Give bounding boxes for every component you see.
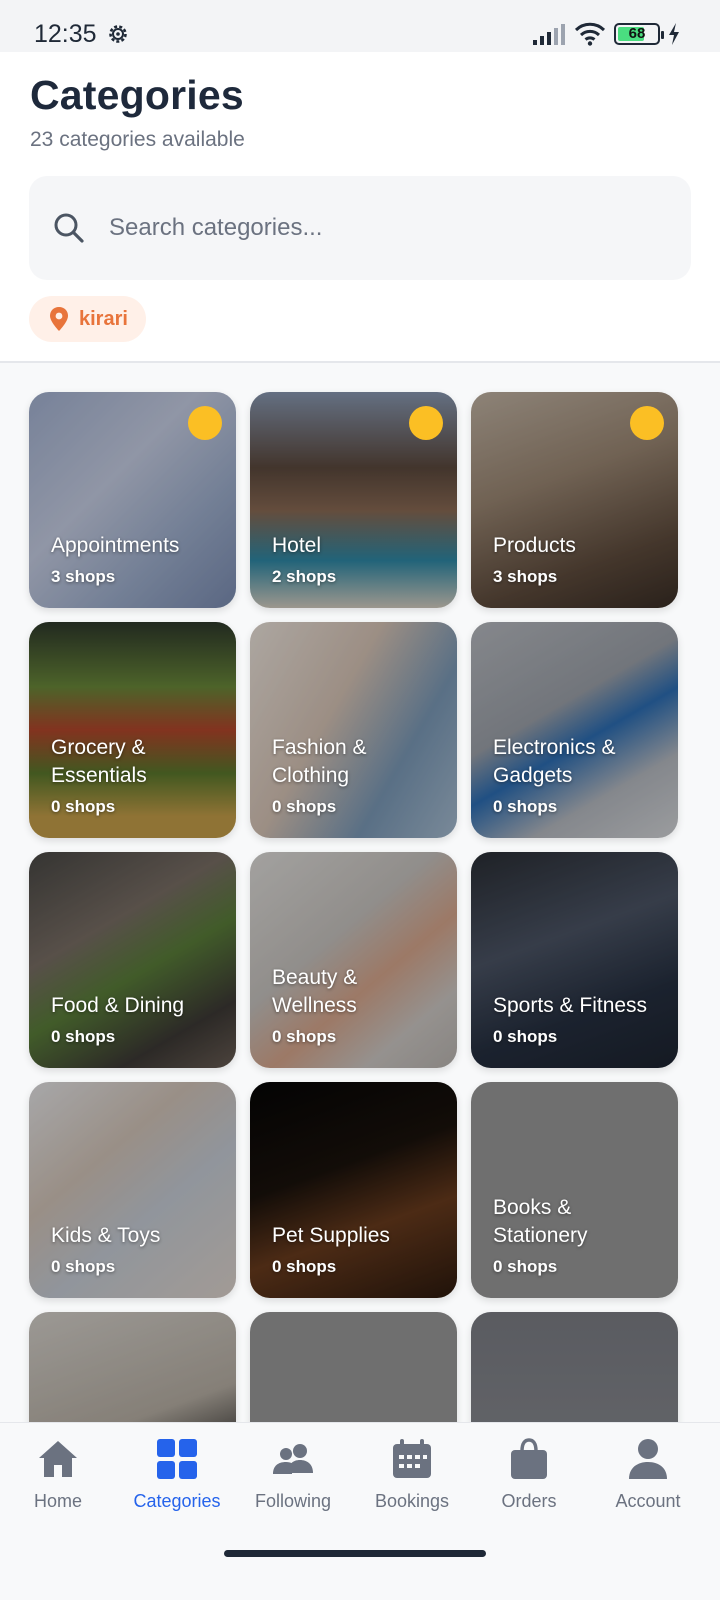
shop-count: 0 shops — [51, 1257, 116, 1276]
category-card-fashion[interactable]: Fashion & Clothing 0 shops — [250, 622, 457, 838]
shop-count: 0 shops — [272, 1027, 337, 1046]
battery-level: 68 — [628, 25, 646, 42]
category-card-partial[interactable] — [29, 1312, 236, 1422]
shop-count: 0 shops — [493, 1257, 558, 1276]
shop-count: 2 shops — [272, 567, 337, 586]
category-card-hotel[interactable]: Hotel 2 shops — [250, 392, 457, 608]
battery-icon: 68 — [614, 23, 664, 45]
nav-categories[interactable]: Categories — [117, 1437, 237, 1517]
wifi-icon — [574, 22, 606, 46]
charging-bolt-icon — [669, 23, 679, 45]
search-bar[interactable] — [29, 176, 691, 280]
nav-account-label: Account — [615, 1491, 681, 1511]
category-name: Kids & Toys — [51, 1224, 161, 1247]
nav-bookings[interactable]: Bookings — [352, 1437, 472, 1517]
settings-gear-icon — [109, 25, 127, 43]
status-indicators: 68 — [532, 20, 680, 48]
shop-count: 0 shops — [51, 797, 116, 816]
nav-home[interactable]: Home — [0, 1437, 118, 1517]
category-name: Beauty & Wellness — [272, 966, 358, 1017]
shop-count: 0 shops — [272, 797, 337, 816]
category-name: Sports & Fitness — [493, 994, 648, 1017]
category-card-partial[interactable] — [471, 1312, 678, 1422]
shop-count: 0 shops — [493, 797, 558, 816]
category-card-electronics[interactable]: Electronics & Gadgets 0 shops — [471, 622, 678, 838]
page-title: Categories — [30, 72, 244, 118]
category-grid: Appointments 3 shops Hotel 2 shops Produ… — [0, 363, 720, 1422]
category-card-kids[interactable]: Kids & Toys 0 shops — [29, 1082, 236, 1298]
nav-orders-label: Orders — [501, 1491, 557, 1511]
map-pin-icon — [50, 307, 68, 331]
category-card-books[interactable]: Books & Stationery 0 shops — [471, 1082, 678, 1298]
category-card-food[interactable]: Food & Dining 0 shops — [29, 852, 236, 1068]
nav-categories-label: Categories — [133, 1491, 221, 1511]
shop-count: 3 shops — [51, 567, 116, 586]
category-name: Fashion & Clothing — [272, 736, 367, 787]
search-input[interactable] — [109, 206, 669, 250]
nav-account[interactable]: Account — [588, 1437, 708, 1517]
category-name: Grocery & Essentials — [51, 736, 147, 787]
category-name: Electronics & Gadgets — [493, 736, 616, 787]
calendar-icon — [393, 1439, 431, 1478]
shop-count: 3 shops — [493, 567, 558, 586]
new-badge — [409, 406, 443, 440]
category-name: Appointments — [51, 534, 180, 557]
grid-icon — [157, 1439, 197, 1479]
users-icon — [273, 1444, 313, 1474]
new-badge — [188, 406, 222, 440]
category-name: Pet Supplies — [272, 1224, 390, 1247]
bottom-navigation: Home Categories Following Bookings Order… — [0, 1422, 720, 1600]
category-card-beauty[interactable]: Beauty & Wellness 0 shops — [250, 852, 457, 1068]
shop-count: 0 shops — [493, 1027, 558, 1046]
new-badge — [630, 406, 664, 440]
status-bar: 12:35 68 — [0, 0, 720, 52]
category-card-appointments[interactable]: Appointments 3 shops — [29, 392, 236, 608]
search-icon — [54, 213, 84, 243]
nav-orders[interactable]: Orders — [469, 1437, 589, 1517]
category-name: Hotel — [272, 534, 322, 557]
category-card-products[interactable]: Products 3 shops — [471, 392, 678, 608]
category-card-sports[interactable]: Sports & Fitness 0 shops — [471, 852, 678, 1068]
category-card-pets[interactable]: Pet Supplies 0 shops — [250, 1082, 457, 1298]
nav-following[interactable]: Following — [233, 1437, 353, 1517]
category-card-grocery[interactable]: Grocery & Essentials 0 shops — [29, 622, 236, 838]
category-name: Products — [493, 534, 576, 557]
signal-icon — [533, 24, 565, 45]
person-icon — [629, 1439, 667, 1479]
location-chip[interactable]: kirari — [29, 296, 146, 342]
category-name: Food & Dining — [51, 994, 185, 1017]
shop-count: 0 shops — [51, 1027, 116, 1046]
location-label: kirari — [79, 307, 128, 330]
home-indicator — [224, 1550, 486, 1557]
status-time: 12:35 — [34, 20, 97, 48]
nav-home-label: Home — [33, 1491, 82, 1511]
nav-following-label: Following — [254, 1491, 332, 1511]
nav-bookings-label: Bookings — [374, 1491, 450, 1511]
shop-count: 0 shops — [272, 1257, 337, 1276]
home-icon — [39, 1441, 77, 1477]
category-name: Books & Stationery — [493, 1196, 588, 1247]
category-card-partial[interactable] — [250, 1312, 457, 1422]
bag-icon — [511, 1438, 547, 1479]
category-count-subtitle: 23 categories available — [30, 128, 245, 151]
